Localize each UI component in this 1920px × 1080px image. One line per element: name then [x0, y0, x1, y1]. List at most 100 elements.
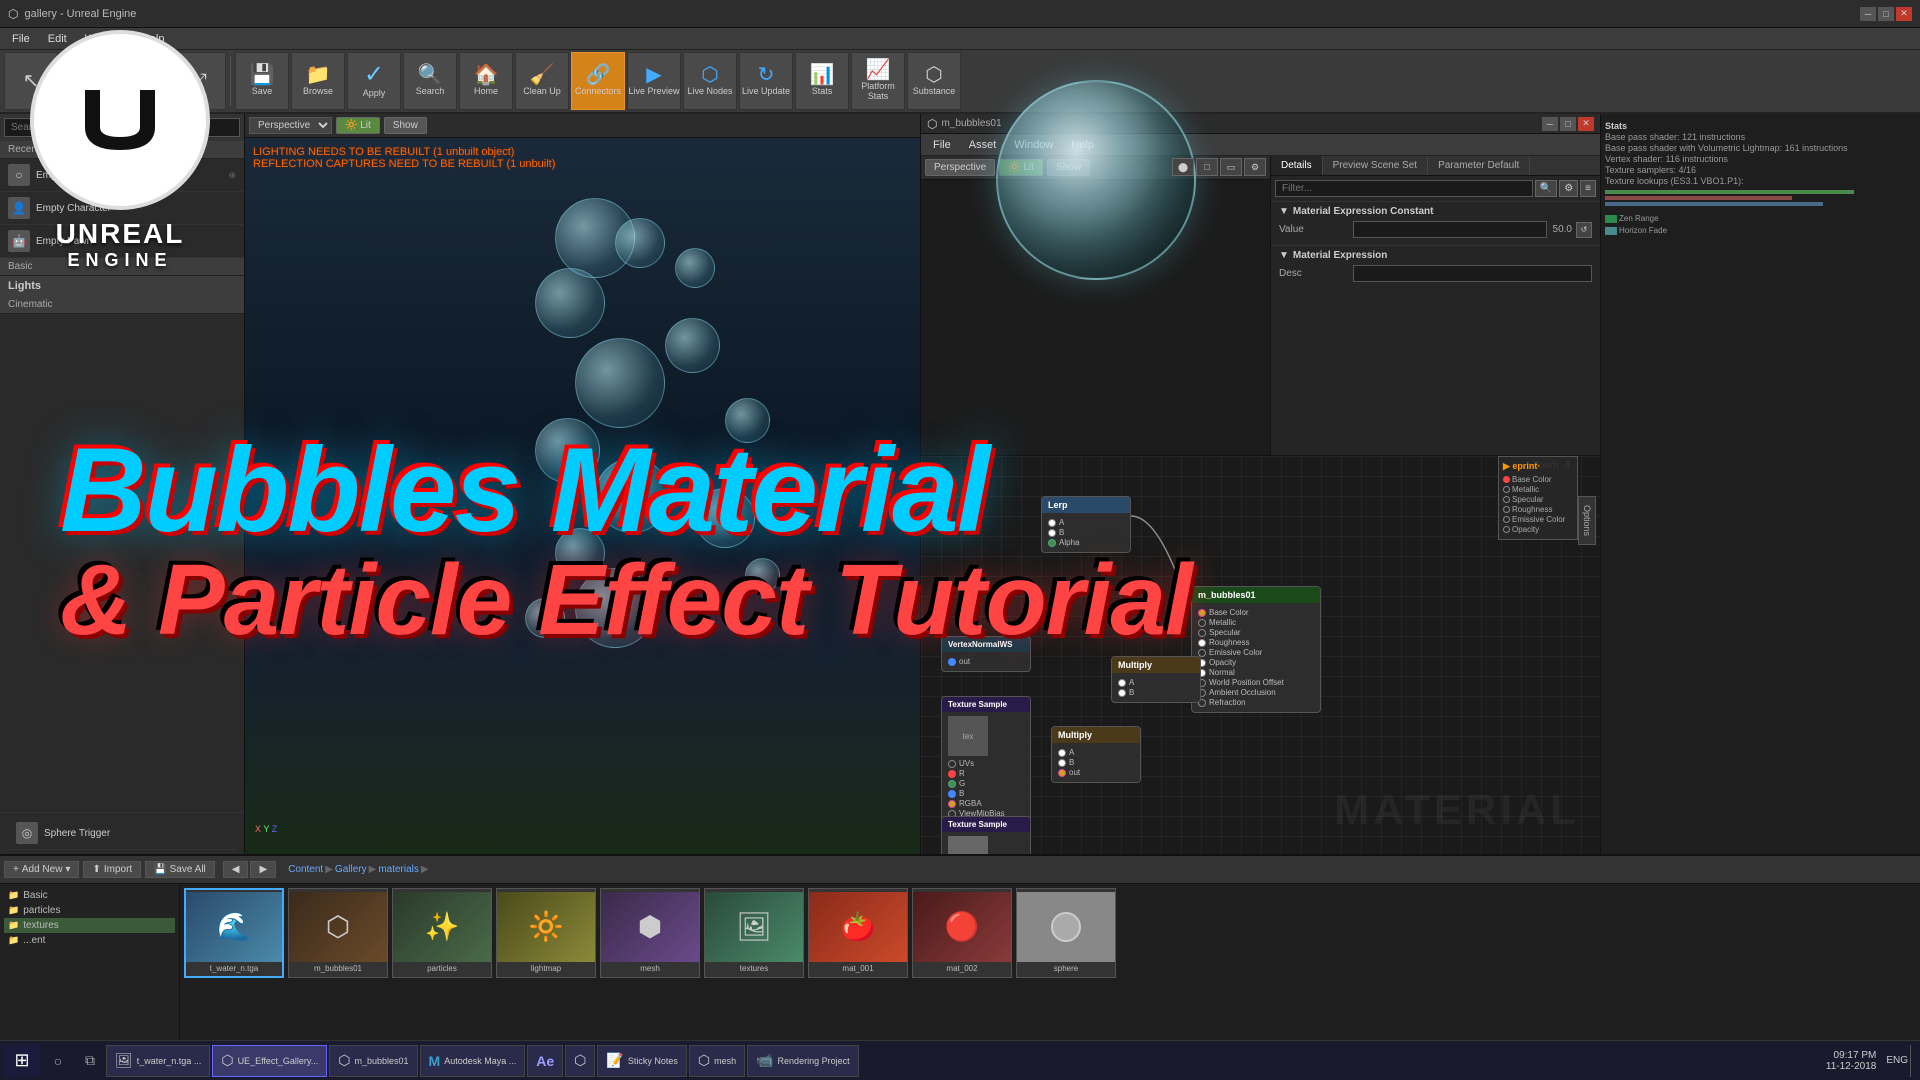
cleanup-button[interactable]: 🧹 Clean Up — [515, 52, 569, 110]
bubble-particle — [745, 558, 780, 593]
livepreview-button[interactable]: ▶ Live Preview — [627, 52, 681, 110]
taskbar-ue2[interactable]: ⬡ — [565, 1045, 595, 1077]
task-view-button[interactable]: ⧉ — [76, 1047, 104, 1075]
search-taskbar-button[interactable]: ○ — [44, 1047, 72, 1075]
asset-extra-3[interactable]: sphere — [1016, 888, 1116, 978]
desc-input[interactable] — [1353, 265, 1592, 282]
empty-pawn-icon: 🤖 — [8, 230, 30, 252]
folder-basic[interactable]: 📁 Basic — [4, 888, 175, 903]
show-button[interactable]: Show — [384, 117, 427, 134]
preview-btn-settings[interactable]: ⚙ — [1244, 158, 1266, 176]
ue-brand: UNREAL — [56, 218, 185, 250]
sphere-trigger-item[interactable]: ◎ Sphere Trigger — [8, 817, 236, 850]
preview-scene-tab[interactable]: Preview Scene Set — [1323, 156, 1429, 175]
substance-button[interactable]: ⬡ Substance — [907, 52, 961, 110]
details-search-input[interactable] — [1275, 180, 1533, 197]
asset-m-bubbles[interactable]: ⬡ m_bubbles01 — [288, 888, 388, 978]
liveupdate-button[interactable]: ↻ Live Update — [739, 52, 793, 110]
taskbar-uegallery[interactable]: ⬡ UE_Effect_Gallery... — [212, 1045, 327, 1077]
preview-btn-plane[interactable]: ▭ — [1220, 158, 1242, 176]
platformstats-button[interactable]: 📈 Platform Stats — [851, 52, 905, 110]
mat-perspective-tag[interactable]: Perspective — [925, 159, 995, 176]
asset-t-water[interactable]: 🌊 t_water_n.tga — [184, 888, 284, 978]
mat-maximize-button[interactable]: □ — [1560, 117, 1576, 131]
taskbar-rendering[interactable]: 📹 Rendering Project — [747, 1045, 858, 1077]
parameter-default-tab[interactable]: Parameter Default — [1428, 156, 1530, 175]
apply-button[interactable]: ✓ Apply — [347, 52, 401, 110]
cinematic-section[interactable]: Cinematic — [0, 296, 244, 314]
start-button[interactable]: ⊞ — [4, 1045, 40, 1077]
expression-title[interactable]: ▼ Material Expression — [1279, 250, 1592, 261]
taskbar-ae[interactable]: Ae — [527, 1045, 563, 1077]
value-reset-button[interactable]: ↺ — [1576, 222, 1592, 238]
asset-textures[interactable]: 🖼 textures — [704, 888, 804, 978]
texsample1-node[interactable]: Texture Sample tex UVs R G B RGBA ViewMi… — [941, 696, 1031, 824]
taskbar-mbubbles[interactable]: ⬡ m_bubbles01 — [329, 1045, 417, 1077]
mat-minimize-button[interactable]: ─ — [1542, 117, 1558, 131]
multiply1-node[interactable]: Multiply A B — [1111, 656, 1201, 703]
save-all-button[interactable]: 💾 Save All — [145, 861, 215, 878]
asset-particles[interactable]: ✨ particles — [392, 888, 492, 978]
asset-lightmap[interactable]: 🔆 lightmap — [496, 888, 596, 978]
stats-button[interactable]: 📊 Stats — [795, 52, 849, 110]
main-material-node[interactable]: m_bubbles01 Base Color Metallic Specular… — [1191, 586, 1321, 713]
details-search-button[interactable]: 🔍 — [1535, 180, 1557, 197]
folder-content[interactable]: 📁 ...ent — [4, 933, 175, 948]
mat-close-button[interactable]: ✕ — [1578, 117, 1594, 131]
taskbar-maya[interactable]: M Autodesk Maya ... — [420, 1045, 526, 1077]
taskbar-twater[interactable]: 🖼 t_water_n.tga ... — [106, 1045, 210, 1077]
mat-menu-file[interactable]: File — [925, 137, 959, 153]
folder-particles[interactable]: 📁 particles — [4, 903, 175, 918]
show-desktop-button[interactable] — [1910, 1045, 1916, 1077]
color-swatch-1 — [1605, 215, 1617, 223]
lights-section[interactable]: Lights — [0, 276, 244, 296]
details-options-button[interactable]: ⚙ — [1559, 180, 1578, 197]
asset-mesh[interactable]: ⬢ mesh — [600, 888, 700, 978]
folder-textures[interactable]: 📁 textures — [4, 918, 175, 933]
breadcrumb-gallery[interactable]: Gallery — [335, 864, 367, 875]
preview-btn-sphere[interactable]: ⬤ — [1172, 158, 1194, 176]
multiply2-node[interactable]: Multiply A B out — [1051, 726, 1141, 783]
taskbar-notes[interactable]: 📝 Sticky Notes — [597, 1045, 686, 1077]
save-button[interactable]: 💾 Save — [235, 52, 289, 110]
folder-icon: 📁 — [8, 920, 19, 931]
browse-button[interactable]: 📁 Browse — [291, 52, 345, 110]
asset-thumbnail — [1017, 892, 1115, 962]
details-expand-button[interactable]: ≡ — [1580, 180, 1596, 197]
search-button[interactable]: 🔍 Search — [403, 52, 457, 110]
add-new-button[interactable]: + Add New ▾ — [4, 861, 79, 878]
viewport-mode-dropdown[interactable]: Perspective — [249, 117, 332, 134]
options-tab[interactable]: Options — [1578, 496, 1596, 545]
nav-buttons: ◀ ▶ — [223, 861, 276, 878]
details-tab[interactable]: Details — [1271, 156, 1323, 175]
lit-button[interactable]: 🔆 Lit — [336, 117, 380, 134]
texsample2-node[interactable]: Texture Sample tex UVs R G B RGBA ViewMi… — [941, 816, 1031, 854]
vertexnormal-node[interactable]: VertexNormalWS out — [941, 636, 1031, 672]
viewport-header: Perspective 🔆 Lit Show — [245, 114, 920, 138]
mat-menu-asset[interactable]: Asset — [961, 137, 1005, 153]
livenodes-button[interactable]: ⬡ Live Nodes — [683, 52, 737, 110]
home-button[interactable]: 🏠 Home — [459, 52, 513, 110]
value-input[interactable] — [1353, 221, 1547, 238]
maximize-button[interactable]: □ — [1878, 7, 1894, 21]
asset-extra-1[interactable]: 🍅 mat_001 — [808, 888, 908, 978]
material-node-graph[interactable]: Zoom -4 Lerp A B Alpha m_bubbles01 — [921, 456, 1600, 854]
expression-constant-title[interactable]: ▼ Material Expression Constant — [1279, 206, 1592, 217]
minimize-button[interactable]: ─ — [1860, 7, 1876, 21]
breadcrumb-materials[interactable]: materials — [378, 864, 419, 875]
breadcrumb-content[interactable]: Content — [288, 864, 323, 875]
asset-thumbnail: 🌊 — [186, 892, 282, 962]
bubble-particle — [535, 418, 600, 483]
nav-forward-button[interactable]: ▶ — [250, 861, 276, 878]
import-button[interactable]: ⬆ Import — [83, 861, 141, 878]
viewport-canvas[interactable]: LIGHTING NEEDS TO BE REBUILT (1 unbuilt … — [245, 138, 920, 854]
close-button[interactable]: ✕ — [1896, 7, 1912, 21]
connectors-button[interactable]: 🔗 Connectors — [571, 52, 625, 110]
asset-extra-2[interactable]: 🔴 mat_002 — [912, 888, 1012, 978]
taskbar-mesh[interactable]: ⬡ mesh — [689, 1045, 745, 1077]
bubble-particle — [675, 248, 715, 288]
preview-btn-box[interactable]: □ — [1196, 158, 1218, 176]
lerp-node[interactable]: Lerp A B Alpha — [1041, 496, 1131, 553]
nav-back-button[interactable]: ◀ — [223, 861, 249, 878]
ue2-taskbar-icon: ⬡ — [574, 1052, 586, 1069]
